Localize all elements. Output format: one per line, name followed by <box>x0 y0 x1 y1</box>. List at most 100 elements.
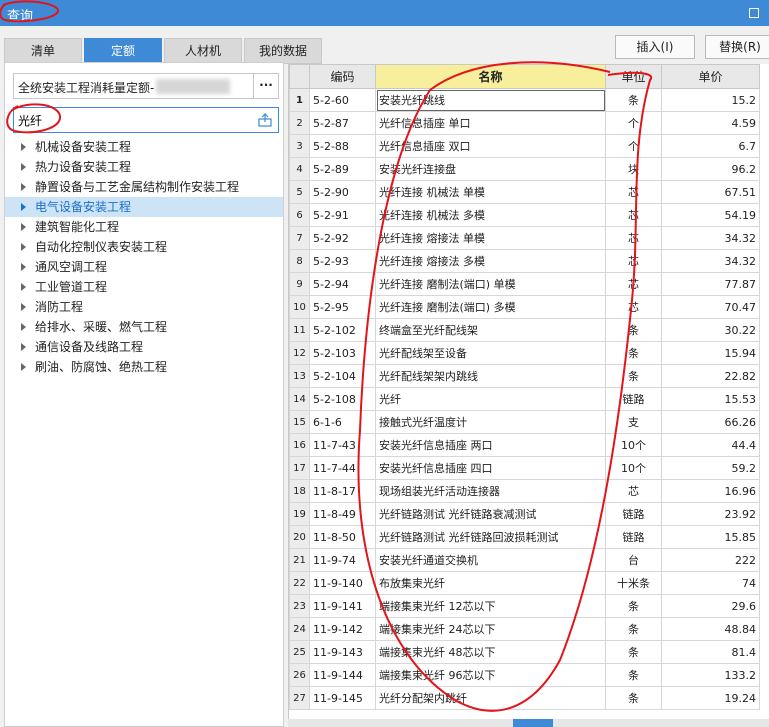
cell-unit[interactable]: 条 <box>605 617 662 641</box>
cell-price[interactable]: 34.32 <box>661 226 760 250</box>
tab-labor-material[interactable]: 人材机 <box>164 38 242 64</box>
expand-arrow-icon[interactable] <box>21 203 26 211</box>
cell-price[interactable]: 16.96 <box>661 479 760 503</box>
cell-price[interactable]: 70.47 <box>661 295 760 319</box>
cell-unit[interactable]: 块 <box>605 157 662 181</box>
table-row[interactable]: 8 5-2-93 光纤连接 熔接法 多模芯 34.32 <box>289 249 760 273</box>
tab-my-data[interactable]: 我的数据 <box>244 38 322 64</box>
cell-price[interactable]: 59.2 <box>661 456 760 480</box>
cell-price[interactable]: 133.2 <box>661 663 760 687</box>
cell-name[interactable]: 光纤连接 磨制法(端口) 多模 <box>375 295 606 319</box>
cell-price[interactable]: 54.19 <box>661 203 760 227</box>
cell-unit[interactable]: 芯 <box>605 272 662 296</box>
cell-code[interactable]: 11-8-49 <box>309 502 376 526</box>
cell-code[interactable]: 5-2-93 <box>309 249 376 273</box>
table-row[interactable]: 7 5-2-92 光纤连接 熔接法 单模芯 34.32 <box>289 226 760 250</box>
table-row[interactable]: 3 5-2-88 光纤信息插座 双口个 6.7 <box>289 134 760 158</box>
tree-item[interactable]: 通信设备及线路工程 <box>5 337 283 357</box>
cell-price[interactable]: 23.92 <box>661 502 760 526</box>
cell-unit[interactable]: 个 <box>605 111 662 135</box>
cell-unit[interactable]: 链路 <box>605 387 662 411</box>
expand-arrow-icon[interactable] <box>21 183 26 191</box>
cell-name[interactable]: 光纤 <box>375 387 606 411</box>
table-row[interactable]: 2 5-2-87 光纤信息插座 单口个 4.59 <box>289 111 760 135</box>
cell-price[interactable]: 29.6 <box>661 594 760 618</box>
cell-unit[interactable]: 条 <box>605 686 662 710</box>
cell-code[interactable]: 5-2-88 <box>309 134 376 158</box>
search-box[interactable] <box>13 107 279 133</box>
cell-name[interactable]: 安装光纤通道交换机 <box>375 548 606 572</box>
cell-unit[interactable]: 芯 <box>605 203 662 227</box>
cell-name[interactable]: 端接集束光纤 48芯以下 <box>375 640 606 664</box>
cell-name[interactable]: 光纤连接 机械法 单模 <box>375 180 606 204</box>
cell-name[interactable]: 光纤信息插座 单口 <box>375 111 606 135</box>
cell-unit[interactable]: 条 <box>605 364 662 388</box>
tree-item[interactable]: 通风空调工程 <box>5 257 283 277</box>
table-row[interactable]: 17 11-7-44 安装光纤信息插座 四口 10个 59.2 <box>289 456 760 480</box>
tab-bill[interactable]: 清单 <box>4 38 82 64</box>
table-row[interactable]: 25 11-9-143 端接集束光纤 48芯以下条 81.4 <box>289 640 760 664</box>
cell-name[interactable]: 端接集束光纤 12芯以下 <box>375 594 606 618</box>
database-select[interactable]: 全统安装工程消耗量定额- ··· <box>13 73 279 99</box>
expand-arrow-icon[interactable] <box>21 263 26 271</box>
cell-unit[interactable]: 条 <box>605 663 662 687</box>
cell-unit[interactable]: 支 <box>605 410 662 434</box>
cell-price[interactable]: 44.4 <box>661 433 760 457</box>
cell-name[interactable]: 安装光纤信息插座 两口 <box>375 433 606 457</box>
tree-item[interactable]: 刷油、防腐蚀、绝热工程 <box>5 357 283 377</box>
tree-item[interactable]: 自动化控制仪表安装工程 <box>5 237 283 257</box>
cell-name[interactable]: 终端盒至光纤配线架 <box>375 318 606 342</box>
cell-code[interactable]: 11-9-144 <box>309 663 376 687</box>
cell-code[interactable]: 11-7-43 <box>309 433 376 457</box>
cell-price[interactable]: 66.26 <box>661 410 760 434</box>
cell-unit[interactable]: 芯 <box>605 226 662 250</box>
cell-code[interactable]: 5-2-89 <box>309 157 376 181</box>
insert-button[interactable]: 插入(I) <box>615 35 695 59</box>
cell-price[interactable]: 15.2 <box>661 88 760 112</box>
table-row[interactable]: 18 11-8-17 现场组装光纤活动连接器芯 16.96 <box>289 479 760 503</box>
column-header-unit[interactable]: 单位 <box>605 64 662 89</box>
search-input[interactable] <box>18 111 248 129</box>
cell-unit[interactable]: 芯 <box>605 180 662 204</box>
expand-arrow-icon[interactable] <box>21 323 26 331</box>
cell-name[interactable]: 光纤连接 熔接法 单模 <box>375 226 606 250</box>
expand-arrow-icon[interactable] <box>21 143 26 151</box>
column-header-price[interactable]: 单价 <box>661 64 760 89</box>
cell-price[interactable]: 48.84 <box>661 617 760 641</box>
table-row[interactable]: 21 11-9-74 安装光纤通道交换机台 222 <box>289 548 760 572</box>
cell-name[interactable]: 光纤连接 磨制法(端口) 单模 <box>375 272 606 296</box>
scrollbar-thumb[interactable] <box>513 719 553 727</box>
cell-name[interactable]: 接触式光纤温度计 <box>375 410 606 434</box>
cell-name[interactable]: 安装光纤跳线 <box>375 88 606 112</box>
cell-code[interactable]: 5-2-104 <box>309 364 376 388</box>
cell-price[interactable]: 15.85 <box>661 525 760 549</box>
cell-price[interactable]: 15.53 <box>661 387 760 411</box>
cell-code[interactable]: 5-2-102 <box>309 318 376 342</box>
table-row[interactable]: 20 11-8-50 光纤链路测试 光纤链路回波损耗测试 链路 15.85 <box>289 525 760 549</box>
cell-code[interactable]: 11-9-142 <box>309 617 376 641</box>
column-header-code[interactable]: 编码 <box>309 64 376 89</box>
cell-code[interactable]: 11-7-44 <box>309 456 376 480</box>
tree-item[interactable]: 热力设备安装工程 <box>5 157 283 177</box>
cell-code[interactable]: 11-9-143 <box>309 640 376 664</box>
cell-name[interactable]: 光纤分配架内跳纤 <box>375 686 606 710</box>
cell-code[interactable]: 5-2-108 <box>309 387 376 411</box>
maximize-icon[interactable] <box>749 8 759 18</box>
table-row[interactable]: 13 5-2-104 光纤配线架架内跳线条 22.82 <box>289 364 760 388</box>
table-row[interactable]: 16 11-7-43 安装光纤信息插座 两口 10个 44.4 <box>289 433 760 457</box>
cell-name[interactable]: 现场组装光纤活动连接器 <box>375 479 606 503</box>
cell-code[interactable]: 5-2-94 <box>309 272 376 296</box>
cell-unit[interactable]: 10个 <box>605 456 662 480</box>
table-row[interactable]: 10 5-2-95 光纤连接 磨制法(端口) 多模芯 70.47 <box>289 295 760 319</box>
cell-price[interactable]: 4.59 <box>661 111 760 135</box>
cell-code[interactable]: 11-9-141 <box>309 594 376 618</box>
cell-name[interactable]: 布放集束光纤 <box>375 571 606 595</box>
cell-name[interactable]: 光纤配线架至设备 <box>375 341 606 365</box>
expand-arrow-icon[interactable] <box>21 283 26 291</box>
tree-item[interactable]: 工业管道工程 <box>5 277 283 297</box>
table-row[interactable]: 1 5-2-60 安装光纤跳线条 15.2 <box>289 88 760 112</box>
cell-name[interactable]: 安装光纤信息插座 四口 <box>375 456 606 480</box>
table-row[interactable]: 19 11-8-49 光纤链路测试 光纤链路衰减测试 链路 23.92 <box>289 502 760 526</box>
cell-price[interactable]: 77.87 <box>661 272 760 296</box>
cell-price[interactable]: 74 <box>661 571 760 595</box>
